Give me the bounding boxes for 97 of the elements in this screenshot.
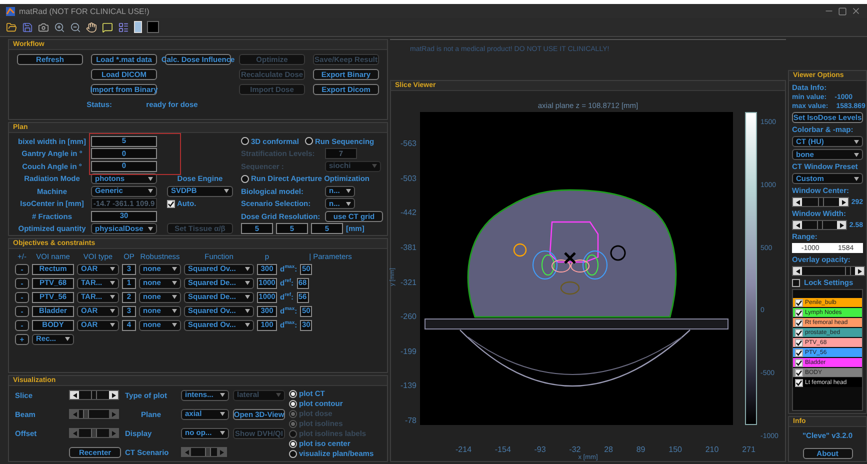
axis-tick: -381 bbox=[400, 242, 416, 252]
legend-icon[interactable] bbox=[118, 22, 129, 32]
checkbox[interactable] bbox=[795, 318, 803, 326]
slider-thumb[interactable] bbox=[845, 267, 851, 275]
axis-tick: 89 bbox=[636, 445, 646, 454]
right-arrow-icon[interactable] bbox=[112, 392, 116, 398]
caret-icon bbox=[346, 202, 351, 206]
caret-icon bbox=[110, 309, 115, 314]
axis-tick: -503 bbox=[400, 174, 416, 183]
slider-thumb[interactable] bbox=[818, 198, 824, 206]
radio-circle[interactable] bbox=[289, 440, 297, 448]
axis-tick: -32 bbox=[569, 445, 581, 454]
radio-circle[interactable] bbox=[304, 137, 313, 146]
axis-tick: -442 bbox=[400, 208, 416, 218]
caret-icon bbox=[220, 431, 225, 435]
axis-tick: -154 bbox=[494, 445, 511, 454]
slider[interactable] bbox=[792, 220, 848, 230]
axis-tick: -78 bbox=[404, 416, 416, 425]
checkbox[interactable] bbox=[795, 328, 803, 336]
checkbox[interactable] bbox=[795, 348, 803, 356]
caret-icon bbox=[276, 393, 281, 397]
caret-icon bbox=[245, 281, 250, 286]
app-logo-icon bbox=[6, 6, 15, 16]
checkbox[interactable] bbox=[167, 200, 175, 208]
caret-icon bbox=[172, 309, 177, 314]
save-icon[interactable] bbox=[22, 22, 33, 32]
caret-icon bbox=[372, 164, 377, 168]
caret-icon bbox=[148, 176, 153, 181]
slider[interactable] bbox=[792, 197, 850, 207]
slider-thumb[interactable] bbox=[816, 221, 823, 229]
close-icon[interactable] bbox=[851, 6, 861, 16]
checkbox[interactable] bbox=[795, 378, 803, 386]
caret-icon bbox=[172, 281, 177, 286]
caret-icon bbox=[65, 337, 70, 342]
checkbox[interactable] bbox=[795, 338, 803, 346]
caret-icon bbox=[110, 323, 115, 328]
caret-icon bbox=[172, 323, 177, 328]
caret-icon bbox=[148, 189, 153, 194]
right-arrow-icon[interactable] bbox=[840, 222, 844, 228]
zoom-in-icon[interactable] bbox=[54, 22, 65, 32]
left-arrow-icon[interactable] bbox=[796, 268, 800, 274]
square-icon[interactable] bbox=[147, 21, 159, 33]
left-arrow-icon[interactable] bbox=[796, 222, 800, 228]
slider[interactable] bbox=[69, 390, 119, 400]
radio-circle[interactable] bbox=[241, 137, 249, 146]
maximize-icon[interactable] bbox=[838, 6, 847, 16]
slider-thumb[interactable] bbox=[91, 391, 97, 399]
left-arrow-icon[interactable] bbox=[72, 392, 76, 398]
caret-icon bbox=[245, 309, 250, 314]
caret-icon bbox=[224, 189, 229, 194]
caret-icon bbox=[245, 323, 250, 328]
radio-circle[interactable] bbox=[289, 450, 297, 458]
zoom-out-icon[interactable] bbox=[70, 22, 81, 32]
window-title: matRad (NOT FOR CLINICAL USE!) bbox=[19, 6, 150, 16]
caret-icon bbox=[346, 189, 351, 194]
camera-icon[interactable] bbox=[38, 22, 49, 32]
caret-icon bbox=[245, 295, 250, 300]
data-tip-icon[interactable] bbox=[102, 22, 113, 32]
right-arrow-icon[interactable] bbox=[858, 268, 862, 274]
checkbox[interactable] bbox=[795, 298, 803, 306]
axis-tick: -260 bbox=[400, 312, 416, 322]
caret-icon bbox=[854, 176, 859, 180]
axis-tick: 210 bbox=[705, 445, 719, 454]
folder-icon[interactable] bbox=[6, 22, 17, 32]
caret-icon bbox=[245, 267, 250, 272]
checkbox[interactable] bbox=[795, 358, 803, 366]
slider[interactable] bbox=[792, 266, 865, 276]
right-arrow-icon[interactable] bbox=[842, 200, 846, 204]
caret-icon bbox=[110, 267, 115, 272]
axis-tick: -214 bbox=[456, 445, 472, 454]
axis-tick: -199 bbox=[400, 346, 416, 356]
axis-tick: -563 bbox=[400, 139, 416, 148]
radio-circle[interactable] bbox=[241, 174, 249, 183]
caret-icon bbox=[854, 140, 859, 144]
caret-icon bbox=[220, 412, 225, 416]
caret-icon bbox=[172, 295, 177, 300]
checkbox[interactable] bbox=[795, 308, 803, 316]
radio-circle[interactable] bbox=[289, 400, 297, 408]
axis-tick: -93 bbox=[534, 445, 546, 454]
left-arrow-icon[interactable] bbox=[796, 200, 800, 204]
checkmark-icon bbox=[168, 200, 174, 207]
axis-tick: 28 bbox=[604, 445, 613, 454]
caret-icon bbox=[148, 226, 153, 231]
axis-tick: 271 bbox=[742, 445, 756, 454]
axis-tick: 150 bbox=[668, 445, 682, 454]
radio-circle[interactable] bbox=[289, 390, 297, 398]
caret-icon bbox=[172, 267, 177, 272]
caret-icon bbox=[110, 295, 115, 300]
axis-tick: -321 bbox=[400, 278, 416, 286]
checkbox[interactable] bbox=[792, 278, 800, 286]
hand-icon[interactable] bbox=[86, 22, 97, 32]
axis-tick: -139 bbox=[400, 381, 416, 390]
caret-icon bbox=[110, 281, 115, 286]
caret-icon bbox=[220, 393, 225, 397]
colorbar-icon[interactable] bbox=[134, 21, 142, 33]
checkbox[interactable] bbox=[795, 368, 803, 376]
caret-icon bbox=[854, 152, 859, 156]
